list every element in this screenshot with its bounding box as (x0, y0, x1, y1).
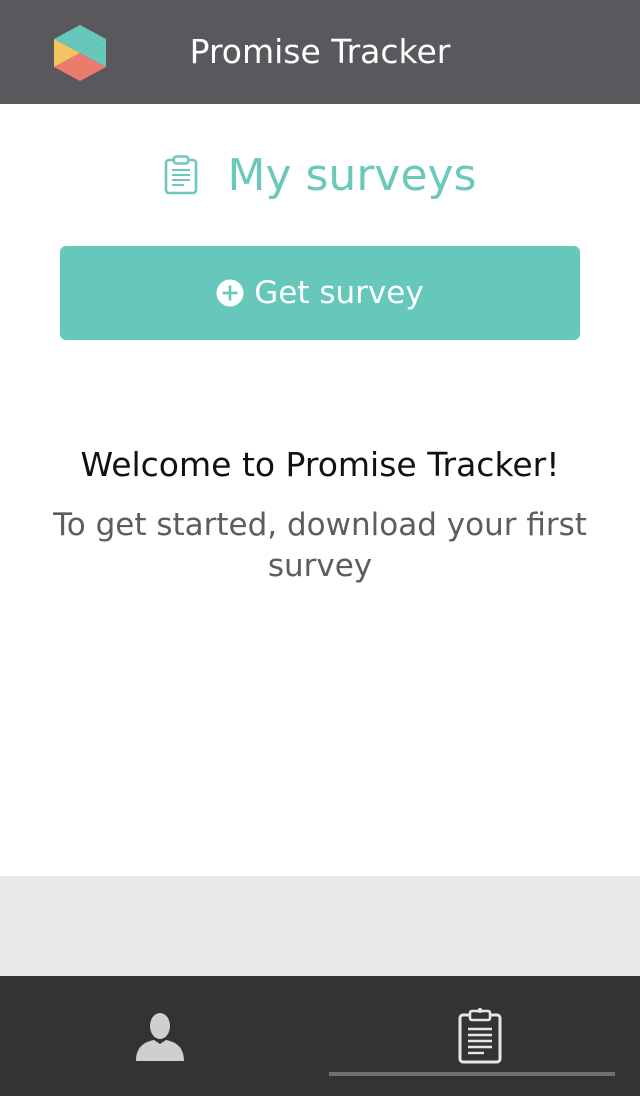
get-survey-button[interactable]: Get survey (60, 246, 580, 340)
screen: Promise Tracker My surveys Get survey We… (0, 0, 640, 1096)
get-survey-label: Get survey (254, 275, 424, 311)
person-icon (136, 1013, 184, 1061)
footer-band (0, 876, 640, 976)
plus-circle-icon (216, 279, 244, 307)
tab-surveys[interactable] (320, 976, 640, 1096)
clipboard-icon (164, 155, 197, 195)
bottom-nav (0, 976, 640, 1096)
app-title: Promise Tracker (189, 32, 451, 71)
welcome-title: Welcome to Promise Tracker! (80, 445, 560, 484)
selected-tab-indicator (329, 1072, 615, 1076)
top-app-bar: Promise Tracker (0, 0, 640, 104)
clipboard-icon (458, 1008, 502, 1064)
welcome-text: To get started, download your first surv… (53, 507, 587, 584)
section-header: My surveys (0, 140, 640, 212)
section-title: My surveys (227, 150, 477, 201)
tab-profile[interactable] (0, 976, 320, 1096)
